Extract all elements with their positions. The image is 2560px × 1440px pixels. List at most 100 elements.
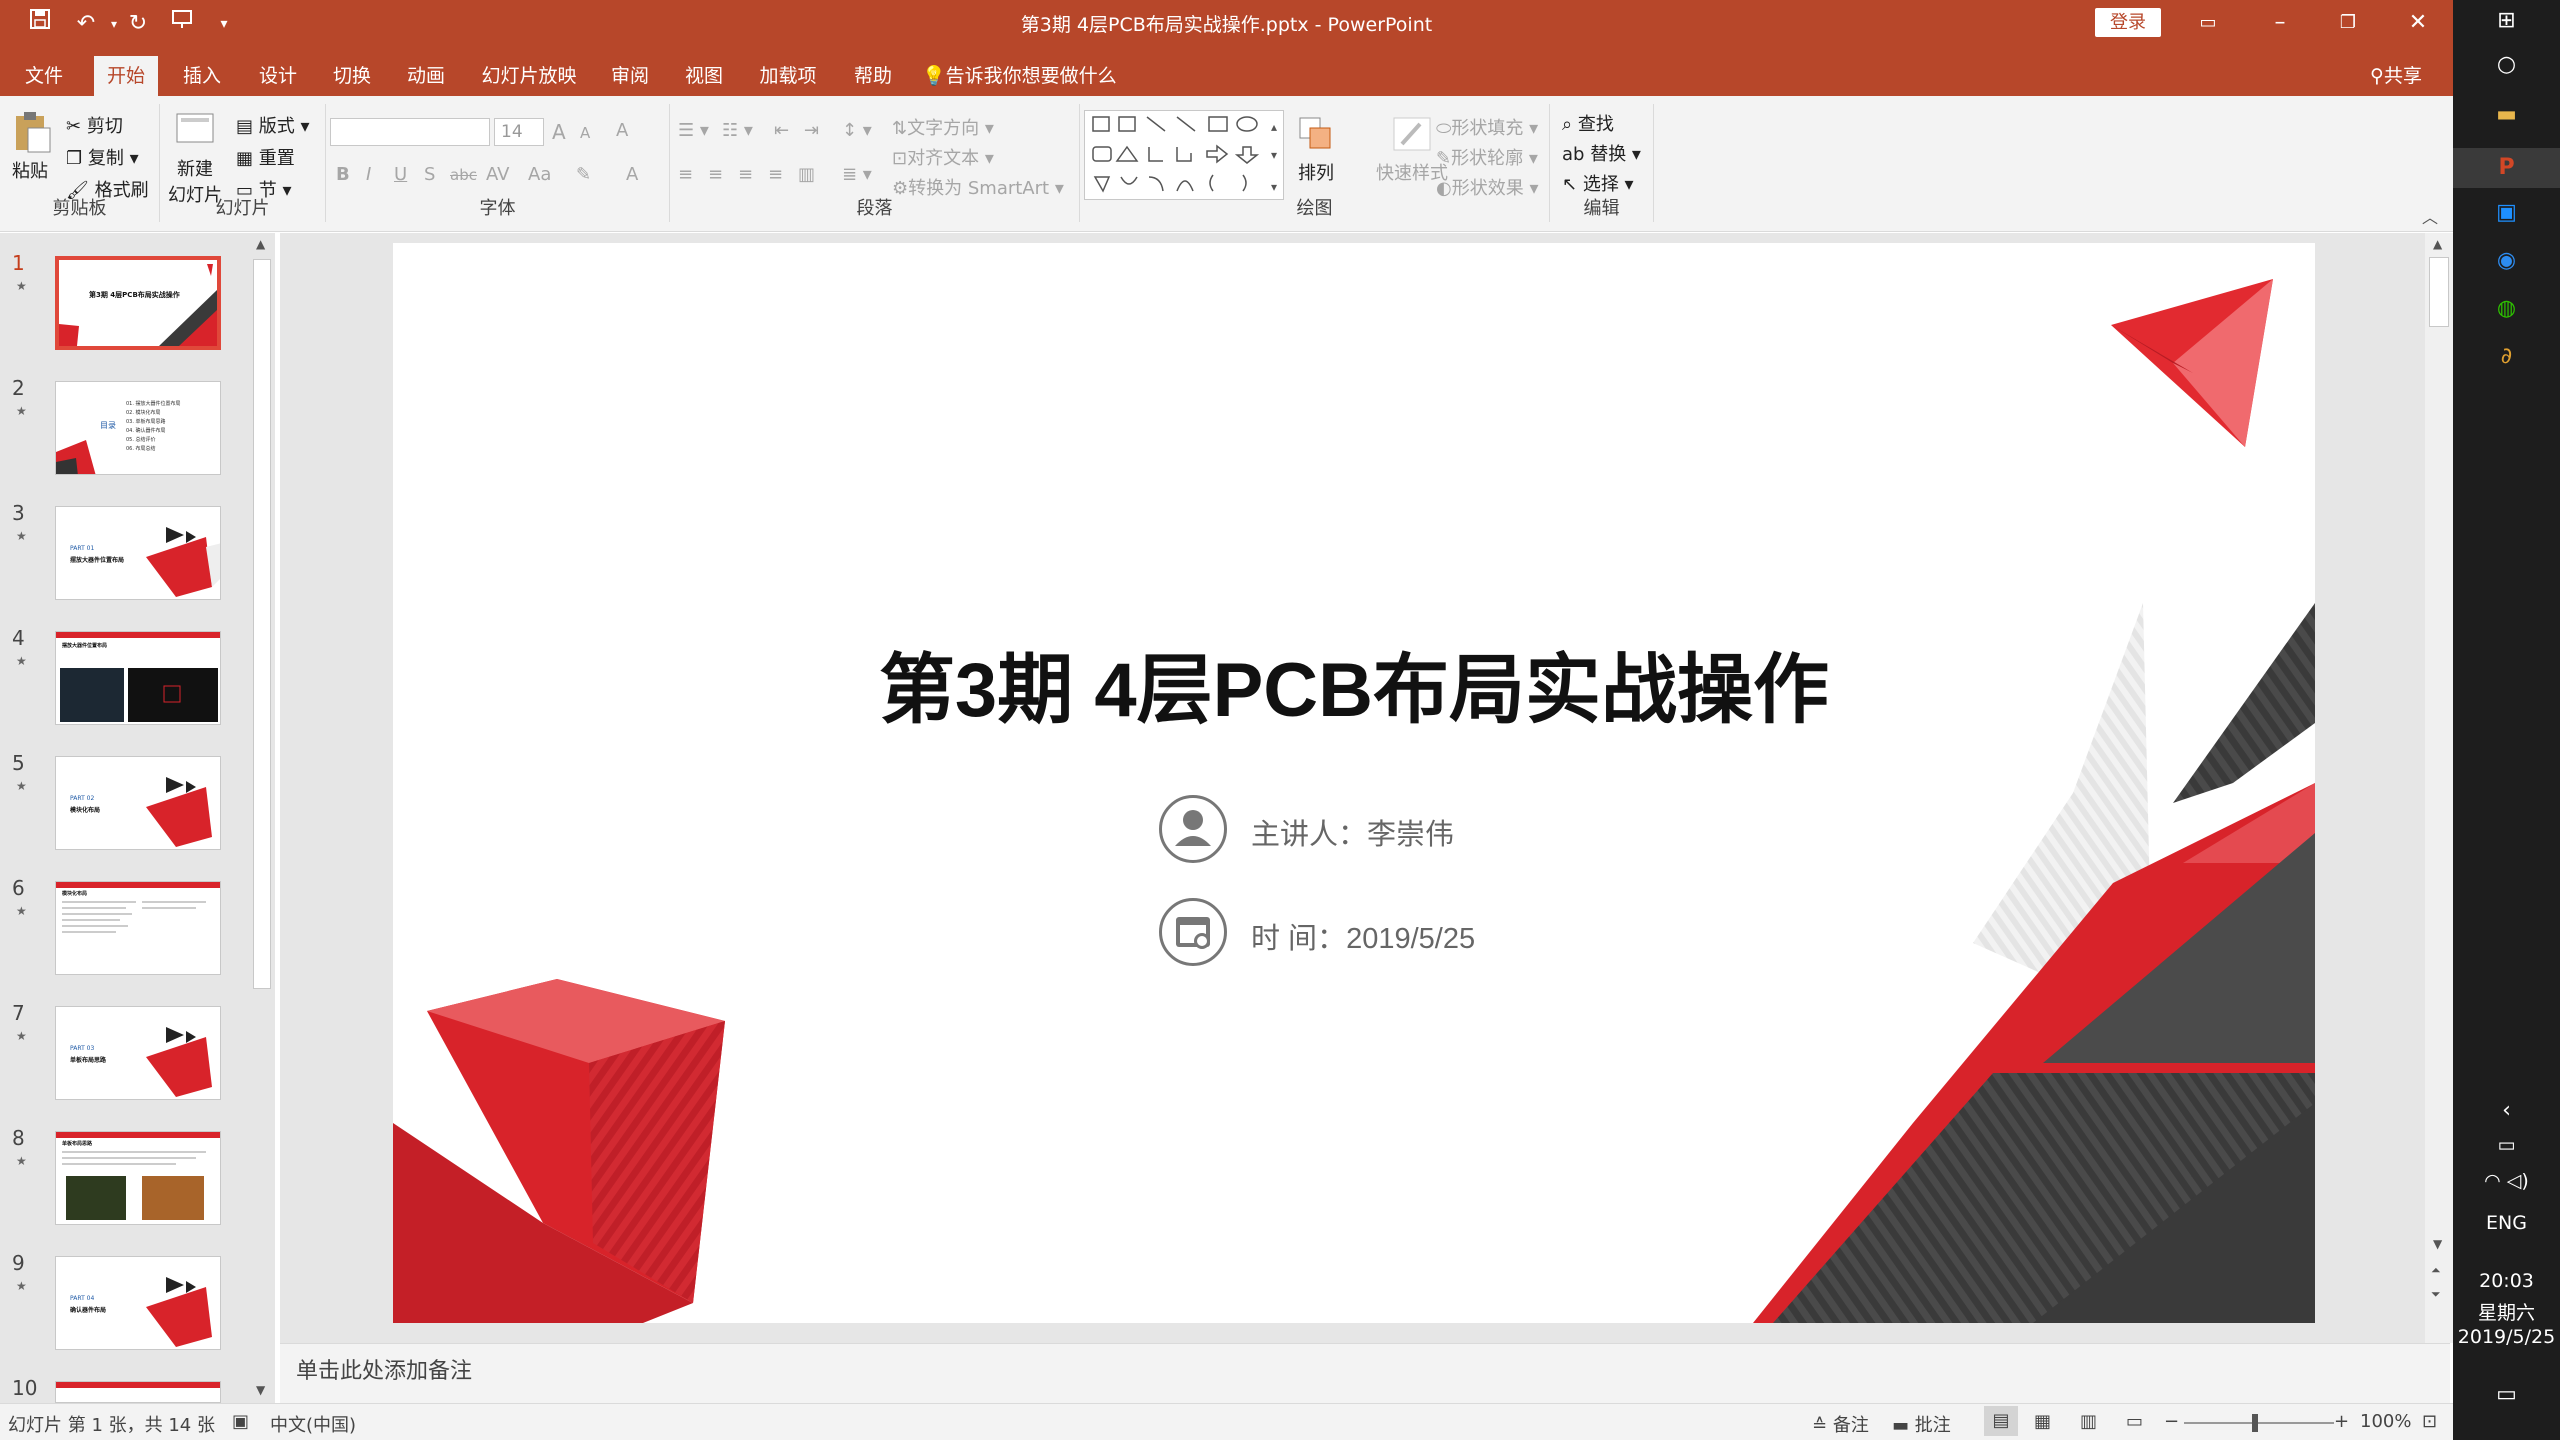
slide-thumbnail-8[interactable]: 单板布局思路 [55,1131,221,1225]
action-center-icon[interactable]: ▭ [2453,1382,2560,1407]
grow-font-button[interactable]: A [552,120,566,144]
character-spacing-button[interactable]: AV [486,164,509,185]
language-status[interactable]: 中文(中国) [270,1411,356,1437]
slide-scrollbar[interactable]: ▲ ▼ ⏶ ⏷ [2425,233,2453,1343]
slideshow-view-icon[interactable]: ▭ [2126,1411,2143,1432]
app-icon-blue[interactable]: ▣ [2453,200,2560,225]
zoom-level[interactable]: 100% [2360,1411,2411,1432]
normal-view-icon[interactable]: ▤ [1984,1406,2018,1436]
next-slide-icon[interactable]: ⏷ [2431,1287,2441,1302]
slide-thumbnail-1[interactable]: 第3期 4层PCB布局实战操作 [55,256,221,350]
input-language[interactable]: ENG [2453,1212,2560,1234]
tell-me-box[interactable]: 💡告诉我你想要做什么 [922,56,1122,96]
scroll-down-icon[interactable]: ▼ [256,1383,265,1397]
shape-fill-button[interactable]: ⬭形状填充 ▾ [1436,114,1538,140]
clock-weekday[interactable]: 星期六 [2453,1298,2560,1325]
shadow-button[interactable]: S [424,164,435,185]
align-right-icon[interactable]: ≡ [738,164,753,185]
collapse-ribbon-icon[interactable]: ︿ [2422,204,2438,228]
slide-thumbnail-10[interactable] [55,1381,221,1403]
clock-date[interactable]: 2019/5/25 [2453,1326,2560,1348]
share-button[interactable]: ⚲共享 [2356,56,2436,96]
close-button[interactable]: ✕ [2390,4,2446,42]
font-size-combo[interactable]: 14 [494,118,544,146]
numbering-icon[interactable]: ☷ ▾ [722,120,753,141]
increase-indent-icon[interactable]: ⇥ [804,120,819,141]
line-spacing-icon[interactable]: ↕ ▾ [842,120,872,141]
network-volume-icons[interactable]: ◠ ◁) [2453,1170,2560,1192]
copy-button[interactable]: ❐ 复制 ▾ [66,144,139,170]
justify-icon[interactable]: ≡ [768,164,783,185]
ribbon-display-options-icon[interactable]: ▭ [2180,4,2236,42]
spellcheck-icon[interactable]: ▣ [232,1411,249,1432]
slide-sorter-icon[interactable]: ▦ [2034,1411,2051,1432]
login-button[interactable]: 登录 [2095,8,2161,37]
zoom-slider-thumb[interactable] [2252,1414,2258,1432]
bullets-icon[interactable]: ☰ ▾ [678,120,709,141]
thumbnails-scrollbar[interactable]: ▲ ▼ [250,233,274,1403]
scroll-up-icon[interactable]: ▲ [256,237,265,251]
cut-button[interactable]: ✂ 剪切 [66,112,123,138]
highlight-icon[interactable]: ✎ [576,164,591,185]
tab-addins[interactable]: 加载项 [750,56,826,96]
restore-button[interactable]: ❐ [2320,4,2376,42]
zoom-in-icon[interactable]: + [2334,1411,2349,1432]
slide-canvas[interactable]: 第3期 4层PCB布局实战操作 主讲人：李崇伟 时 间：2019/5/25 [393,243,2315,1323]
change-case-button[interactable]: Aa [528,164,551,185]
arrange-button[interactable]: 排列 [1296,114,1336,185]
columns-icon[interactable]: ▥ [798,164,815,185]
shrink-font-button[interactable]: A [580,124,590,142]
new-slide-button[interactable]: 新建 幻灯片 [168,110,222,207]
notes-pane[interactable]: 单击此处添加备注 [280,1343,2450,1403]
shapes-gallery[interactable]: ▴ ▾ ▾ [1084,110,1284,200]
slide-thumbnail-9[interactable]: PART 04 确认器件布局 [55,1256,221,1350]
find-button[interactable]: ⌕ 查找 [1562,110,1614,136]
select-button[interactable]: ↖ 选择 ▾ [1562,170,1634,196]
zoom-slider[interactable] [2184,1422,2334,1424]
paste-button[interactable]: 粘贴 [12,110,52,183]
tab-home[interactable]: 开始 [94,56,158,96]
slide-title[interactable]: 第3期 4层PCB布局实战操作 [393,628,2315,738]
align-left-icon[interactable]: ≡ [678,164,693,185]
font-color-button[interactable]: A [626,164,638,185]
scroll-down-icon[interactable]: ▼ [2433,1237,2442,1251]
minimize-button[interactable]: – [2252,4,2308,42]
tab-transitions[interactable]: 切换 [320,56,384,96]
reset-button[interactable]: ▦ 重置 [236,144,295,170]
slide-thumbnail-5[interactable]: PART 02 模块化布局 [55,756,221,850]
slide-thumbnail-4[interactable]: 摆放大器件位置布局 [55,631,221,725]
slide-thumbnail-6[interactable]: 模块化布局 [55,881,221,975]
file-explorer-icon[interactable]: ▬ [2453,102,2560,127]
date-text[interactable]: 时 间：2019/5/25 [1251,915,1475,957]
tab-review[interactable]: 审阅 [598,56,662,96]
tab-animations[interactable]: 动画 [394,56,458,96]
tab-view[interactable]: 视图 [672,56,736,96]
align-center-icon[interactable]: ≡ [708,164,723,185]
previous-slide-icon[interactable]: ⏶ [2431,1263,2441,1278]
font-name-combo[interactable] [330,118,490,146]
notes-toggle[interactable]: ≙ 备注 [1812,1411,1869,1437]
text-direction-button[interactable]: ⇅文字方向 ▾ [892,114,994,140]
tab-file[interactable]: 文件 [14,56,74,96]
comments-toggle[interactable]: ▬ 批注 [1892,1411,1951,1437]
layout-button[interactable]: ▤ 版式 ▾ [236,112,310,138]
wechat-icon[interactable]: ◍ [2453,296,2560,321]
bold-button[interactable]: B [336,164,350,185]
shape-outline-button[interactable]: ✎形状轮廓 ▾ [1436,144,1538,170]
tab-insert[interactable]: 插入 [170,56,234,96]
presenter-text[interactable]: 主讲人：李崇伟 [1251,811,1454,853]
replace-button[interactable]: ab 替换 ▾ [1562,140,1641,166]
slide-thumbnail-3[interactable]: PART 01 摆放大器件位置布局 [55,506,221,600]
windows-start-icon[interactable]: ⊞ [2453,8,2560,33]
scroll-thumb[interactable] [2429,257,2449,327]
fit-to-window-icon[interactable]: ⊡ [2422,1411,2437,1432]
app-icon-orange[interactable]: ∂ [2453,344,2560,369]
scroll-up-icon[interactable]: ▲ [2433,237,2442,251]
para-spacing-icon[interactable]: ≣ ▾ [842,164,872,185]
slide-thumbnail-2[interactable]: 目录 01. 摆放大器件位置布局 02. 模块化布局 03. 单板布局思路 04. 确… [55,381,221,475]
tab-slideshow[interactable]: 幻灯片放映 [474,56,584,96]
scroll-thumb[interactable] [253,259,271,989]
slide-thumbnail-7[interactable]: PART 03 单板布局思路 [55,1006,221,1100]
clear-format-button[interactable]: A [616,120,628,141]
show-hidden-icons[interactable]: ‹ [2453,1098,2560,1123]
